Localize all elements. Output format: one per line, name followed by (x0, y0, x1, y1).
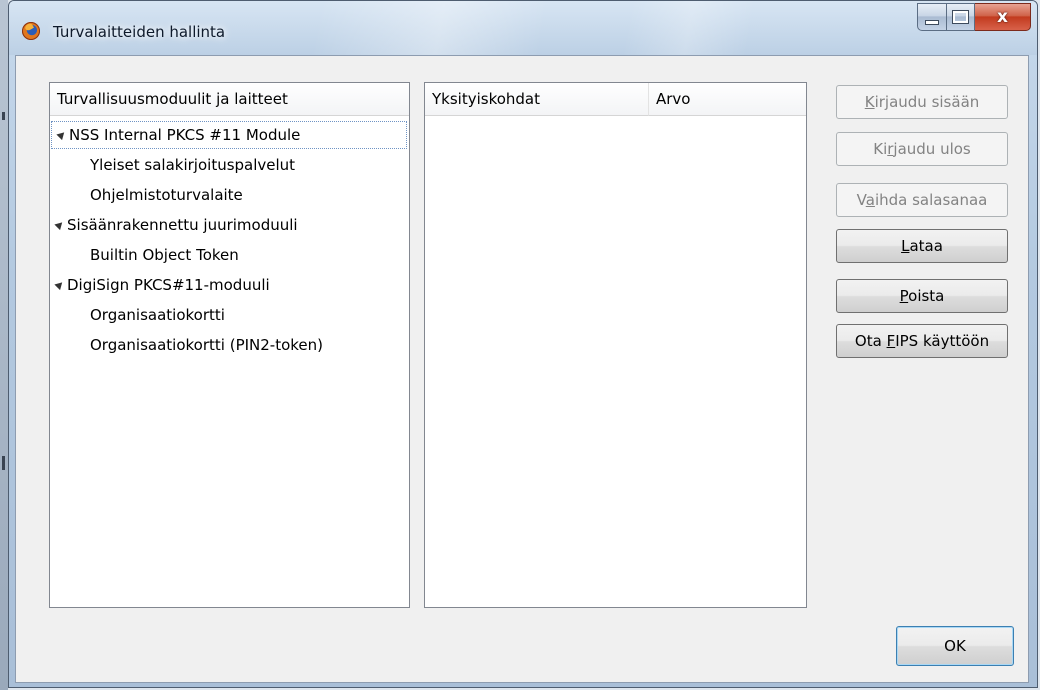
close-button[interactable]: x (975, 3, 1031, 31)
maximize-button[interactable] (947, 3, 975, 31)
tree-item-digisign-module[interactable]: DigiSign PKCS#11-moduuli (50, 270, 409, 300)
minimize-icon (925, 19, 939, 25)
button-label-part: Ki (873, 140, 888, 158)
button-label-part: oista (908, 287, 945, 305)
button-label-part: ataa (909, 237, 943, 255)
expanded-triangle-icon[interactable] (54, 216, 68, 231)
tree-body: NSS Internal PKCS #11 Module Yleiset sal… (50, 120, 409, 360)
button-label-part: Ota (854, 332, 887, 350)
tree-item-label: NSS Internal PKCS #11 Module (69, 126, 301, 144)
security-modules-tree[interactable]: Turvallisuusmoduulit ja laitteet NSS Int… (49, 82, 410, 608)
enable-fips-button[interactable]: Ota FIPS käyttöön (836, 324, 1008, 358)
titlebar[interactable]: Turvalaitteiden hallinta x (9, 1, 1037, 59)
desktop-mark (2, 112, 5, 120)
tree-item-label: Ohjelmistoturvalaite (90, 186, 243, 204)
tree-column-header[interactable]: Turvallisuusmoduulit ja laitteet (50, 83, 409, 116)
tree-item-label: Sisäänrakennettu juurimoduuli (67, 216, 298, 234)
tree-item-builtin-object-token[interactable]: Builtin Object Token (50, 240, 409, 270)
accesskey: P (899, 287, 909, 305)
desktop-mark (2, 456, 5, 470)
window-title: Turvalaitteiden hallinta (53, 23, 226, 41)
ok-button[interactable]: OK (896, 626, 1014, 666)
button-label-part: jaudu ulos (893, 140, 971, 158)
accesskey: F (886, 332, 896, 350)
tree-item-organisation-card[interactable]: Organisaatiokortti (50, 300, 409, 330)
dialog-window: Turvalaitteiden hallinta x Turvallisuusm… (8, 0, 1038, 688)
column-header-value[interactable]: Arvo (649, 83, 806, 116)
logout-button[interactable]: Kirjaudu ulos (836, 132, 1008, 166)
caption-buttons: x (917, 3, 1031, 31)
button-label-part: ihda salasanaa (874, 191, 988, 209)
expanded-triangle-icon[interactable] (56, 126, 70, 141)
column-header-details[interactable]: Yksityiskohdat (425, 83, 649, 116)
minimize-button[interactable] (917, 3, 947, 31)
button-label-part: IPS käyttöön (895, 332, 990, 350)
remove-button[interactable]: Poista (836, 279, 1008, 313)
load-button[interactable]: Lataa (836, 229, 1008, 263)
accesskey: a (865, 191, 875, 209)
button-label-part: V (856, 191, 866, 209)
change-password-button[interactable]: Vaihda salasanaa (836, 183, 1008, 217)
tree-item-software-security-device[interactable]: Ohjelmistoturvalaite (50, 180, 409, 210)
tree-item-label: Organisaatiokortti (90, 306, 225, 324)
maximize-icon (952, 10, 969, 24)
expanded-triangle-icon[interactable] (54, 276, 68, 291)
tree-item-organisation-card-pin2[interactable]: Organisaatiokortti (PIN2-token) (50, 330, 409, 360)
tree-item-generic-crypto-services[interactable]: Yleiset salakirjoituspalvelut (50, 150, 409, 180)
login-button[interactable]: Kirjaudu sisään (836, 85, 1008, 119)
dialog-client-area: Turvallisuusmoduulit ja laitteet NSS Int… (15, 55, 1029, 683)
tree-item-label: DigiSign PKCS#11-moduuli (67, 276, 270, 294)
button-label-part: irjaudu sisään (874, 93, 980, 111)
tree-item-label: Yleiset salakirjoituspalvelut (90, 156, 296, 174)
tree-item-nss-internal-module[interactable]: NSS Internal PKCS #11 Module (51, 121, 407, 149)
accesskey: K (864, 93, 875, 111)
desktop-background-strip (0, 0, 8, 690)
details-table[interactable]: Yksityiskohdat Arvo (424, 82, 807, 608)
tree-item-label: Organisaatiokortti (PIN2-token) (90, 336, 324, 354)
firefox-icon[interactable] (22, 22, 40, 40)
close-icon: x (997, 6, 1008, 27)
tree-item-builtin-roots-module[interactable]: Sisäänrakennettu juurimoduuli (50, 210, 409, 240)
tree-item-label: Builtin Object Token (90, 246, 239, 264)
